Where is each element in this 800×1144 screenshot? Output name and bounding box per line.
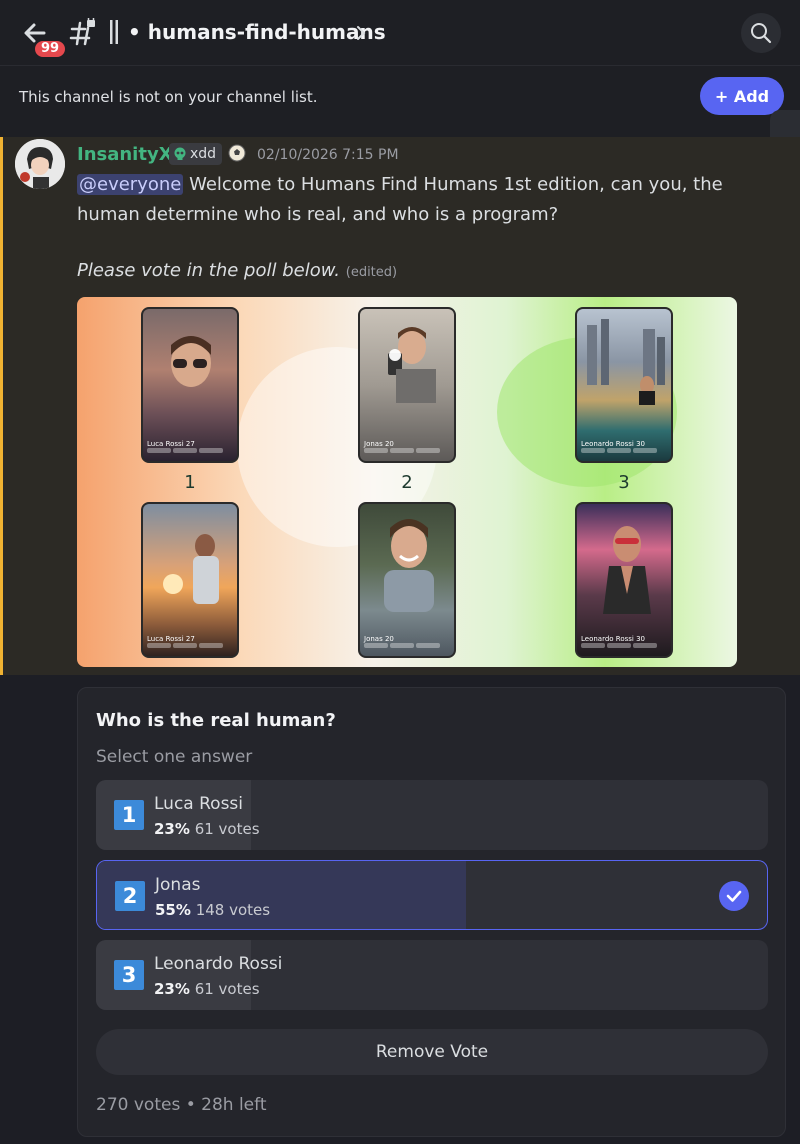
option-name: Jonas (155, 875, 201, 895)
chevron-right-icon[interactable] (355, 24, 367, 42)
option-percent: 55% (155, 901, 191, 919)
profile-chips (581, 633, 667, 653)
search-button[interactable] (741, 13, 781, 53)
portrait (163, 534, 219, 604)
channel-header: 99 • humans-find-humans (0, 0, 800, 66)
option-stats: 23% 61 votes (154, 980, 260, 998)
poll-hint: Select one answer (96, 747, 253, 767)
avatar[interactable] (15, 139, 65, 189)
edited-label: (edited) (345, 265, 398, 280)
poll-result-bar (97, 861, 466, 929)
author-name[interactable]: InsanityX (77, 144, 173, 165)
soccer-ball-icon (227, 143, 247, 163)
portrait (171, 336, 211, 387)
add-channel-button[interactable]: + Add (700, 77, 784, 115)
option-stats: 23% 61 votes (154, 820, 260, 838)
option-votes: 61 votes (194, 820, 260, 838)
keycap-2-icon: 2 (115, 881, 145, 911)
message-text: @everyone Welcome to Humans Find Humans … (77, 170, 777, 230)
portrait (603, 526, 651, 614)
search-icon (751, 23, 772, 44)
total-votes: 270 votes (96, 1095, 181, 1115)
poll: Who is the real human? Select one answer… (77, 687, 786, 1137)
channel-name: humans-find-humans (147, 20, 386, 44)
profile-chips (147, 633, 233, 653)
attached-image[interactable]: Luca Rossi 27 Jonas 20 Leonardo Rossi 30 (77, 297, 737, 667)
profile-card: Jonas 20 (358, 307, 456, 463)
profile-chips (364, 438, 450, 458)
profile-card: Jonas 20 (358, 502, 456, 658)
poll-option-2[interactable]: 2 Jonas 55% 148 votes (96, 860, 768, 930)
option-stats: 55% 148 votes (155, 901, 270, 919)
message: InsanityX xdd 02/10/2026 7:15 PM @everyo… (0, 137, 800, 675)
message-line-2: Please vote in the poll below. (edited) (77, 260, 397, 281)
option-name: Luca Rossi (154, 794, 244, 814)
poll-instruction: Please vote in the poll below. (77, 260, 341, 281)
remove-vote-button[interactable]: Remove Vote (96, 1029, 768, 1075)
everyone-mention[interactable]: @everyone (77, 174, 184, 195)
option-name: Leonardo Rossi (154, 954, 283, 974)
profile-card: Luca Rossi 27 (141, 307, 239, 463)
thread-icon (108, 18, 120, 46)
option-percent: 23% (154, 820, 190, 838)
city-scene (587, 319, 665, 405)
card-number: 3 (618, 472, 630, 493)
server-tag[interactable]: xdd (169, 143, 223, 165)
bullet: • (128, 20, 148, 44)
option-percent: 23% (154, 980, 190, 998)
poll-footer: 270 votes • 28h left (96, 1095, 266, 1115)
option-votes: 61 votes (194, 980, 260, 998)
poll-option-3[interactable]: 3 Leonardo Rossi 23% 61 votes (96, 940, 768, 1010)
checkmark-icon (719, 881, 749, 911)
keycap-3-icon: 3 (114, 960, 144, 990)
profile-card: Luca Rossi 27 (141, 502, 239, 658)
poll-option-1[interactable]: 1 Luca Rossi 23% 61 votes (96, 780, 768, 850)
notice-text: This channel is not on your channel list… (19, 88, 318, 106)
separator: • (185, 1095, 196, 1115)
portrait (388, 327, 436, 403)
card-number: 1 (184, 472, 196, 493)
option-votes: 148 votes (195, 901, 271, 919)
server-tag-text: xdd (190, 146, 217, 162)
skull-icon (174, 147, 186, 160)
timestamp: 02/10/2026 7:15 PM (257, 147, 399, 163)
poll-question: Who is the real human? (96, 710, 336, 731)
channel-list-notice: This channel is not on your channel list… (0, 66, 800, 137)
channel-title[interactable]: • humans-find-humans (128, 20, 386, 44)
profile-card: Leonardo Rossi 30 (575, 307, 673, 463)
card-number: 2 (401, 472, 413, 493)
profile-chips (364, 633, 450, 653)
unread-badge: 99 (33, 39, 68, 59)
profile-card: Leonardo Rossi 30 (575, 502, 673, 658)
keycap-1-icon: 1 (114, 800, 144, 830)
portrait (384, 519, 434, 612)
profile-chips (147, 438, 233, 458)
profile-chips (581, 438, 667, 458)
hash-lock-icon (68, 15, 98, 48)
time-left: 28h left (201, 1095, 267, 1115)
